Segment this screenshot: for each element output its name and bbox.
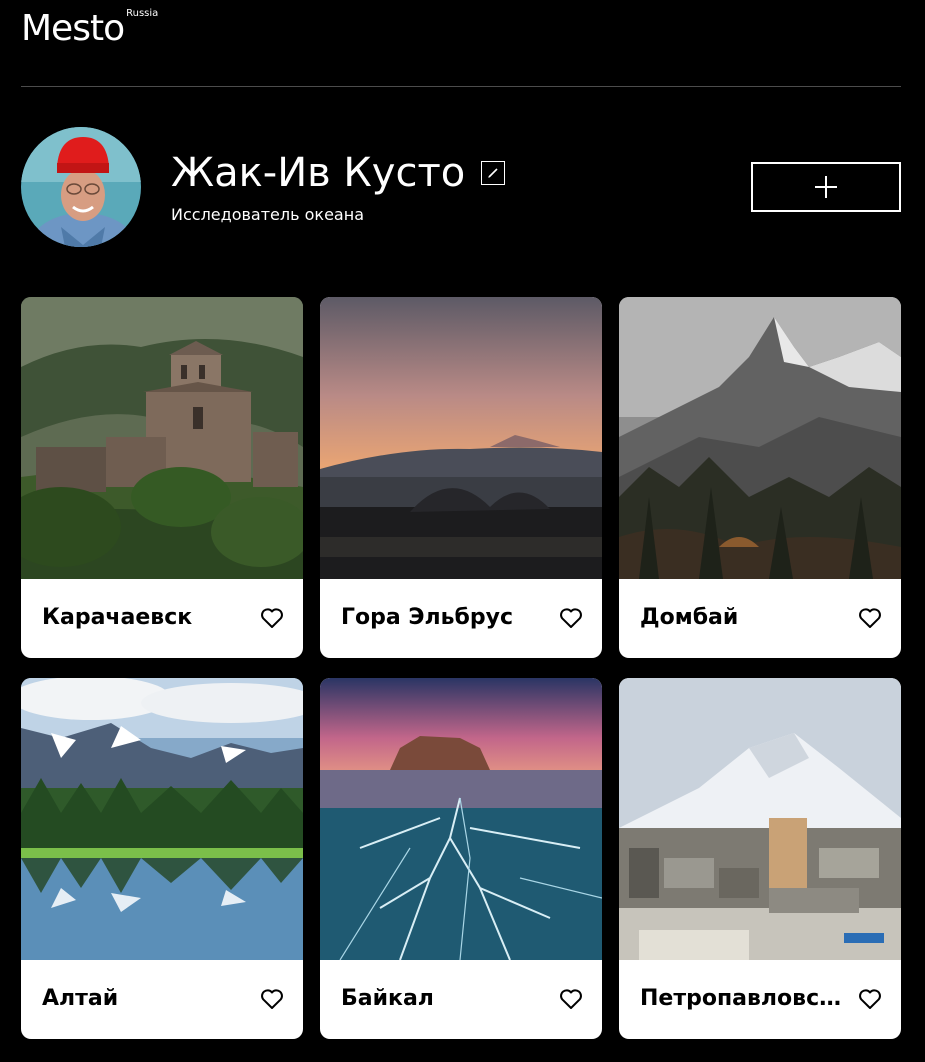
card: Домбай bbox=[619, 297, 901, 658]
elbrus-photo bbox=[320, 297, 602, 579]
like-button[interactable] bbox=[559, 607, 583, 629]
like-button[interactable] bbox=[559, 988, 583, 1010]
card-image[interactable] bbox=[320, 297, 602, 579]
profile-name: Жак-Ив Кусто bbox=[171, 150, 466, 196]
card-footer: Домбай bbox=[619, 579, 901, 658]
card-footer: Алтай bbox=[21, 960, 303, 1039]
petropavlovsk-photo bbox=[619, 678, 901, 960]
card-image[interactable] bbox=[21, 678, 303, 960]
card-image[interactable] bbox=[320, 678, 602, 960]
like-button[interactable] bbox=[858, 607, 882, 629]
add-card-button[interactable] bbox=[751, 162, 901, 212]
pencil-icon bbox=[488, 168, 498, 178]
profile-about: Исследователь океана bbox=[171, 205, 364, 224]
altai-photo bbox=[21, 678, 303, 960]
card-footer: Карачаевск bbox=[21, 579, 303, 658]
cards-grid: Карачаевск Гора Эльбрус Домбай Алтай Бай… bbox=[21, 297, 901, 1039]
like-button[interactable] bbox=[260, 607, 284, 629]
baikal-photo bbox=[320, 678, 602, 960]
like-button[interactable] bbox=[858, 988, 882, 1010]
card-image[interactable] bbox=[619, 297, 901, 579]
logo-text: Mesto bbox=[21, 8, 125, 49]
edit-profile-button[interactable] bbox=[481, 161, 505, 185]
card-image[interactable] bbox=[21, 297, 303, 579]
card-title: Алтай bbox=[42, 986, 119, 1011]
karachaevsk-photo bbox=[21, 297, 303, 579]
card: Карачаевск bbox=[21, 297, 303, 658]
avatar-photo-icon bbox=[21, 127, 141, 247]
heart-icon bbox=[859, 608, 881, 628]
profile-section: Жак-Ив Кусто Исследователь океана bbox=[21, 127, 901, 247]
card-footer: Байкал bbox=[320, 960, 602, 1039]
card-footer: Петропавловск-Камчатский bbox=[619, 960, 901, 1039]
heart-icon bbox=[859, 989, 881, 1009]
card: Петропавловск-Камчатский bbox=[619, 678, 901, 1039]
card-title: Байкал bbox=[341, 986, 434, 1011]
plus-icon bbox=[815, 176, 837, 198]
card-title: Карачаевск bbox=[42, 605, 193, 630]
logo[interactable]: Mesto Russia bbox=[21, 8, 158, 50]
logo-sub: Russia bbox=[126, 8, 159, 19]
heart-icon bbox=[261, 989, 283, 1009]
page-header: Mesto Russia bbox=[21, 0, 901, 87]
like-button[interactable] bbox=[260, 988, 284, 1010]
card: Алтай bbox=[21, 678, 303, 1039]
card-title: Домбай bbox=[640, 605, 739, 630]
avatar[interactable] bbox=[21, 127, 141, 247]
card-title: Гора Эльбрус bbox=[341, 605, 514, 630]
card-image[interactable] bbox=[619, 678, 901, 960]
heart-icon bbox=[560, 989, 582, 1009]
heart-icon bbox=[560, 608, 582, 628]
dombay-photo bbox=[619, 297, 901, 579]
card-footer: Гора Эльбрус bbox=[320, 579, 602, 658]
card: Гора Эльбрус bbox=[320, 297, 602, 658]
heart-icon bbox=[261, 608, 283, 628]
card: Байкал bbox=[320, 678, 602, 1039]
card-title: Петропавловск-Камчатский bbox=[640, 986, 850, 1011]
